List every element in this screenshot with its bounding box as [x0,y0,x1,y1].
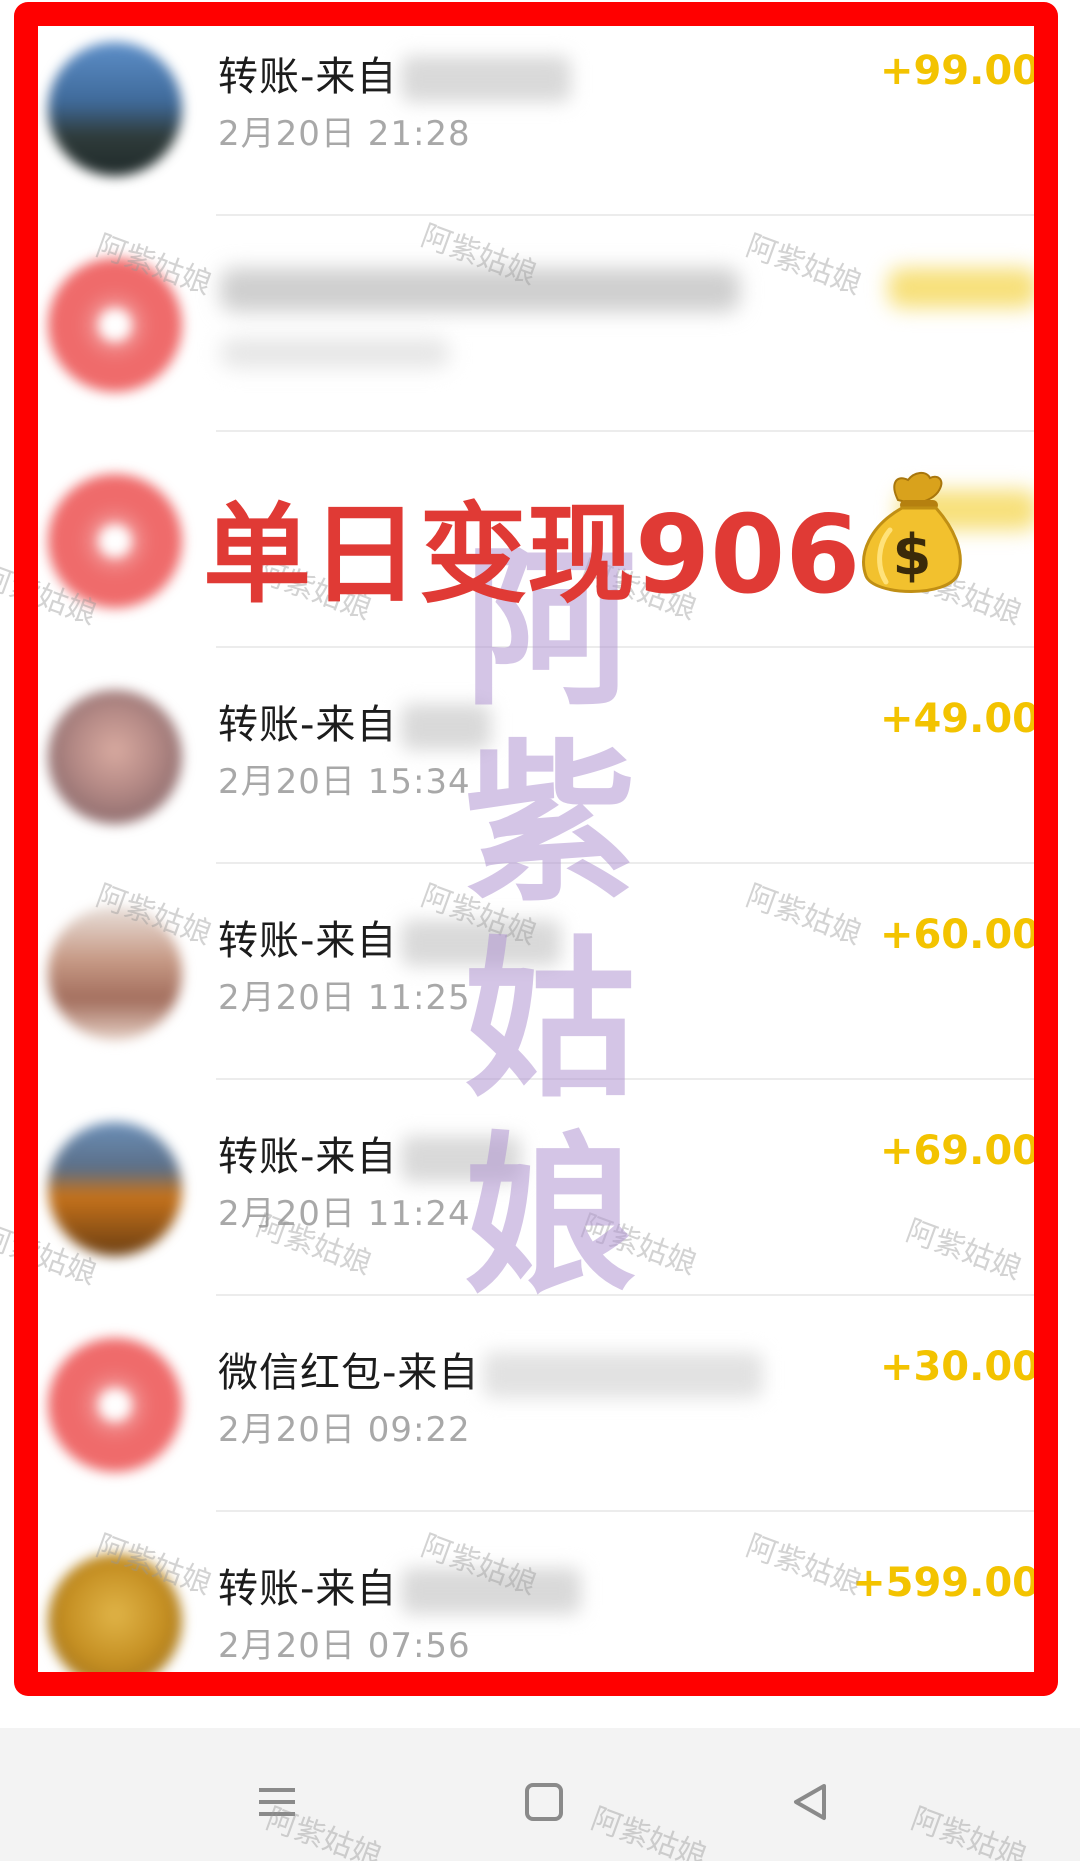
svg-text:$: $ [893,523,932,588]
blurred-amount [888,268,1038,308]
home-square-icon[interactable] [514,1772,574,1832]
transaction-date: 2月20日 09:22 [218,1410,471,1450]
transaction-title-text: 转账-来自 [218,1134,398,1180]
avatar [48,258,182,392]
transaction-title-text: 转账-来自 [218,54,398,100]
transaction-amount: +99.00 [879,48,1040,94]
watermark-char: 娘 [464,1114,636,1317]
avatar [48,1338,182,1472]
transaction-date: 2月20日 15:34 [218,762,471,802]
money-bag-icon: $ [862,472,962,593]
transaction-amount: +599.00 [852,1560,1040,1606]
avatar [48,42,182,176]
masked-name [401,56,572,102]
headline-overlay: 单日变现906 [203,493,861,618]
watermark-text: 阿紫姑娘 [586,1801,712,1861]
transaction-row[interactable]: 转账-来自 2月20日 21:28 +99.00 [38,0,1048,216]
back-triangle-icon[interactable] [780,1772,840,1832]
transaction-amount: +69.00 [879,1128,1040,1174]
transaction-date: 2月20日 11:25 [218,978,471,1018]
transaction-amount: +30.00 [879,1344,1040,1390]
transaction-title-text: 微信红包-来自 [218,1350,480,1396]
transaction-title-text: 转账-来自 [218,1566,398,1612]
masked-name [401,1568,582,1614]
navigation-bar: 阿紫姑娘 阿紫姑娘 阿紫姑娘 [0,1728,1080,1861]
blurred-title [220,268,740,312]
masked-name [483,1352,764,1398]
watermark-char: 姑 [464,918,636,1121]
watermark-char: 紫 [464,722,636,925]
transaction-title: 微信红包-来自 [218,1340,764,1398]
transaction-title: 转账-来自 [218,1556,582,1614]
transaction-date: 2月20日 21:28 [218,114,471,154]
transaction-row[interactable]: 微信红包-来自 2月20日 09:22 +30.00 [38,1296,1048,1512]
transaction-amount: +60.00 [879,912,1040,958]
transaction-title-text: 转账-来自 [218,918,398,964]
transaction-title: 转账-来自 [218,44,572,102]
transaction-row[interactable]: 转账-来自 2月20日 07:56 +599.00 [38,1512,1048,1690]
watermark-vertical: 阿 紫 姑 娘 [450,530,650,1314]
menu-icon[interactable] [247,1772,307,1832]
avatar [48,1122,182,1256]
avatar [48,690,182,824]
blurred-date [220,338,450,368]
transaction-date: 2月20日 11:24 [218,1194,471,1234]
transaction-date: 2月20日 07:56 [218,1626,471,1666]
screen: 转账-来自 2月20日 21:28 +99.00 转账-来自 2月20日 15:… [0,0,1080,1861]
watermark-text: 阿紫姑娘 [906,1801,1032,1861]
transaction-title-text: 转账-来自 [218,702,398,748]
avatar [48,474,182,608]
avatar [48,1554,182,1688]
avatar [48,906,182,1040]
transaction-amount: +49.00 [879,696,1040,742]
transaction-row-blurred[interactable] [38,216,1048,432]
